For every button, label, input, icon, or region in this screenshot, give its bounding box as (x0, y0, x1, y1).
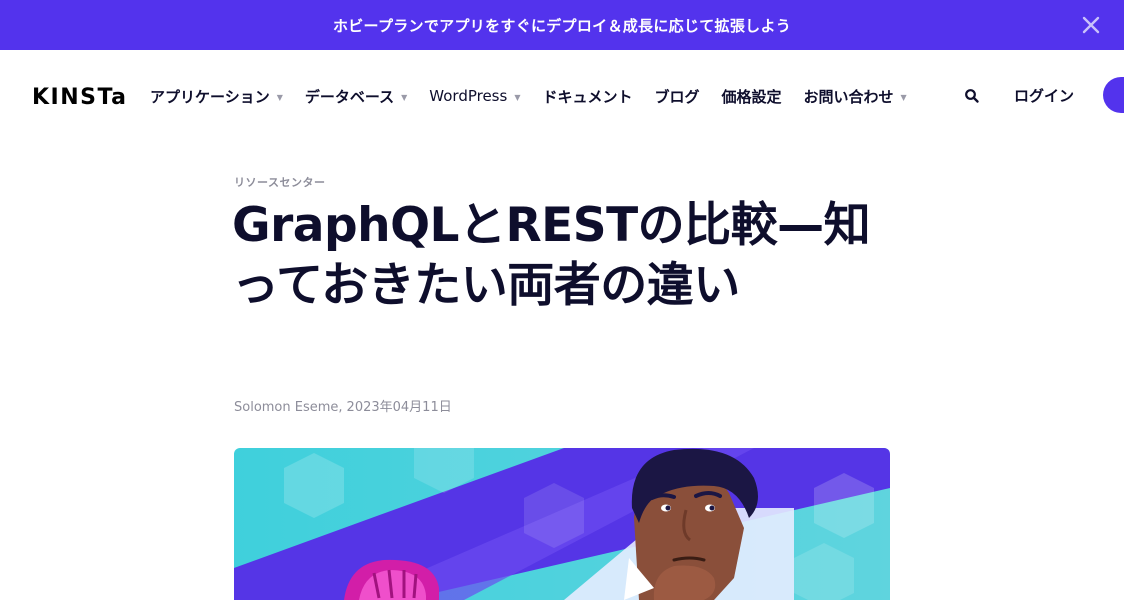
caret-down-icon[interactable]: ▼ (277, 93, 283, 102)
login-link[interactable]: ログイン (1014, 85, 1074, 106)
promo-text[interactable]: ホビープランでアプリをすぐにデプロイ＆成長に応じて拡張しよう (333, 15, 791, 36)
caret-down-icon[interactable]: ▼ (901, 93, 907, 102)
byline-separator: , (338, 400, 343, 415)
kinsta-logo[interactable]: KINSTa (32, 85, 126, 110)
nav-item-docs[interactable]: ドキュメント (542, 86, 632, 107)
promo-banner[interactable]: ホビープランでアプリをすぐにデプロイ＆成長に応じて拡張しよう (0, 0, 1124, 50)
logo-text: KINSTa (32, 85, 126, 107)
nav-item-applications[interactable]: アプリケーション ▼ (150, 86, 283, 107)
page-title: GraphQLとRESTの比較—知っておきたい両者の違い (232, 198, 871, 313)
hero-image (234, 448, 890, 600)
nav-label[interactable]: WordPress (429, 87, 507, 105)
nav-label[interactable]: 価格設定 (722, 86, 782, 107)
signup-button[interactable] (1103, 77, 1124, 113)
nav-label[interactable]: データベース (305, 86, 394, 107)
caret-down-icon[interactable]: ▼ (401, 93, 407, 102)
author-link[interactable]: Solomon Eseme (234, 400, 338, 415)
nav-item-databases[interactable]: データベース ▼ (305, 86, 407, 107)
nav-item-blog[interactable]: ブログ (655, 86, 700, 107)
hero-illustration (234, 448, 890, 600)
category-label[interactable]: リソースセンター (234, 174, 325, 190)
nav-label[interactable]: お問い合わせ (804, 86, 894, 107)
nav-item-wordpress[interactable]: WordPress ▼ (429, 87, 520, 105)
search-icon[interactable] (964, 88, 980, 104)
site-header: KINSTa アプリケーション ▼ データベース ▼ WordPress ▼ ド… (0, 50, 1124, 142)
nav-label[interactable]: アプリケーション (150, 86, 270, 107)
caret-down-icon[interactable]: ▼ (514, 93, 520, 102)
nav-item-contact[interactable]: お問い合わせ ▼ (804, 86, 907, 107)
publish-date: 2023年04月11日 (346, 400, 452, 415)
nav-label[interactable]: ドキュメント (542, 86, 632, 107)
byline: Solomon Eseme, 2023年04月11日 (234, 396, 452, 415)
nav-label[interactable]: ブログ (655, 86, 700, 107)
nav-item-pricing[interactable]: 価格設定 (722, 86, 782, 107)
main-nav: アプリケーション ▼ データベース ▼ WordPress ▼ ドキュメント ブ… (150, 85, 929, 107)
close-icon[interactable] (1080, 14, 1102, 36)
kinsta-logo-mark: KINSTa (32, 85, 126, 110)
